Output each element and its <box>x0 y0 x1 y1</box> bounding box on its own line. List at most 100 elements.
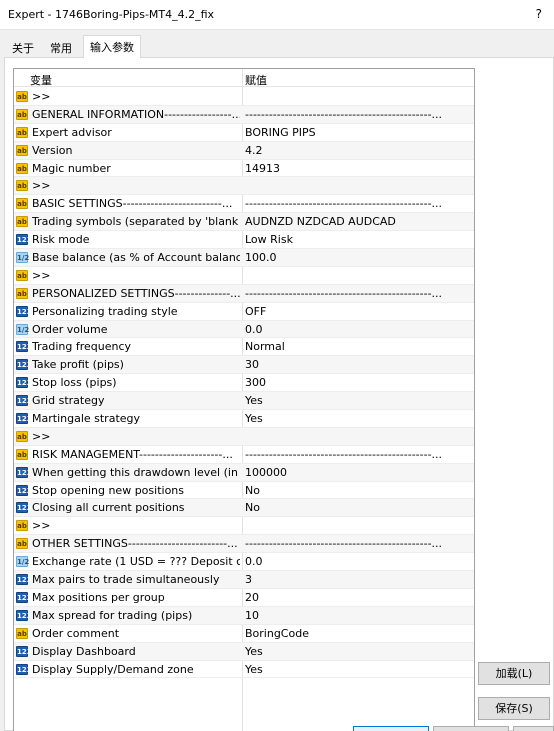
parameter-row[interactable]: 123 Max spread for trading (pips) 10 <box>14 606 474 625</box>
parameter-row[interactable]: 123 Stop opening new positions No <box>14 482 474 500</box>
title-bar: Expert - 1746Boring-Pips-MT4_4.2_fix ? <box>0 0 554 30</box>
parameter-value[interactable]: 300 <box>245 374 473 391</box>
parameter-row[interactable]: 123 Stop loss (pips) 300 <box>14 374 474 393</box>
parameter-name: >> <box>32 90 51 103</box>
parameter-name: GENERAL INFORMATION-----------------... <box>32 107 240 121</box>
parameter-row[interactable]: 123 Max positions per group 20 <box>14 589 474 607</box>
parameter-row[interactable]: ab Expert advisor BORING PIPS <box>14 124 474 142</box>
parameter-value[interactable]: 20 <box>245 589 473 606</box>
parameter-name: Display Dashboard <box>32 644 136 658</box>
integer-type-icon: 123 <box>16 377 32 389</box>
parameter-row[interactable]: 123 Take profit (pips) 30 <box>14 356 474 375</box>
window-title: Expert - 1746Boring-Pips-MT4_4.2_fix <box>8 8 215 21</box>
parameter-name: Stop opening new positions <box>32 483 184 497</box>
parameter-value[interactable]: 14913 <box>245 160 473 177</box>
help-button[interactable]: ? <box>536 7 542 21</box>
parameter-value[interactable]: Yes <box>245 392 473 409</box>
parameter-row[interactable]: ab GENERAL INFORMATION-----------------..… <box>14 105 474 124</box>
integer-type-icon: 123 <box>16 484 32 496</box>
parameter-value[interactable]: ----------------------------------------… <box>245 446 473 463</box>
column-header-value[interactable]: 赋值 <box>245 72 267 88</box>
parameter-row[interactable]: ab Version 4.2 <box>14 141 474 160</box>
parameter-row[interactable]: ab PERSONALIZED SETTINGS--------------...… <box>14 284 474 303</box>
string-type-icon: ab <box>16 448 28 460</box>
parameter-name: Order comment <box>32 626 120 640</box>
parameter-row[interactable]: 123 Closing all current positions No <box>14 499 474 518</box>
parameter-row[interactable]: 123 Max pairs to trade simultaneously 3 <box>14 571 474 589</box>
parameter-row[interactable]: ab >> <box>14 427 474 446</box>
parameter-row[interactable]: ab >> <box>14 517 474 536</box>
parameter-name: >> <box>32 268 51 282</box>
tab-common[interactable]: 常用 <box>44 37 78 57</box>
parameter-value[interactable]: 100000 <box>245 464 473 481</box>
parameter-value[interactable]: 30 <box>245 356 473 373</box>
parameter-row[interactable]: ab OTHER SETTINGS------------------------… <box>14 535 474 554</box>
string-type-icon: ab <box>16 627 28 639</box>
parameter-row[interactable]: 123 Display Dashboard Yes <box>14 642 474 661</box>
parameter-value[interactable]: 10 <box>245 607 473 624</box>
parameter-row[interactable]: ab Trading symbols (separated by 'blank s… <box>14 213 474 232</box>
reset-button[interactable] <box>513 726 554 731</box>
integer-type-icon: 123 <box>16 591 32 603</box>
parameter-name: Trading symbols (separated by 'blank s..… <box>32 215 240 229</box>
parameter-name: OTHER SETTINGS-------------------------.… <box>32 537 238 551</box>
parameter-value[interactable]: 0.0 <box>245 321 473 338</box>
parameter-row[interactable]: ab >> <box>14 177 474 196</box>
parameter-value[interactable]: 0.0 <box>245 553 473 570</box>
parameter-row[interactable]: ab Magic number 14913 <box>14 160 474 178</box>
parameter-row[interactable]: 123 Display Supply/Demand zone Yes <box>14 661 474 679</box>
parameter-row[interactable]: 123 When getting this drawdown level (in … <box>14 463 474 482</box>
parameters-grid[interactable]: 变量 赋值 ab >> ab GENERAL INFORMATION---------… <box>13 68 475 731</box>
parameter-value[interactable]: BoringCode <box>245 625 473 642</box>
parameter-value[interactable]: Normal <box>245 338 473 355</box>
parameter-row[interactable]: ab >> <box>14 88 474 106</box>
parameter-row[interactable]: 123 Grid strategy Yes <box>14 392 474 411</box>
parameter-row[interactable]: 1/2 Base balance (as % of Account balance… <box>14 249 474 267</box>
parameter-row[interactable]: ab Order comment BoringCode <box>14 625 474 643</box>
parameter-row[interactable]: 1/2 Order volume 0.0 <box>14 320 474 339</box>
parameter-row[interactable]: 123 Risk mode Low Risk <box>14 231 474 250</box>
column-header-variable[interactable]: 变量 <box>30 72 52 88</box>
parameter-name: BASIC SETTINGS-------------------------.… <box>32 197 233 211</box>
parameter-row[interactable]: ab BASIC SETTINGS------------------------… <box>14 195 474 214</box>
parameter-value[interactable]: No <box>245 482 473 499</box>
grid-rows: ab >> ab GENERAL INFORMATION---------------… <box>14 88 474 679</box>
save-button[interactable]: 保存(S) <box>478 697 550 720</box>
parameter-name: Display Supply/Demand zone <box>32 662 194 676</box>
parameter-value[interactable]: ----------------------------------------… <box>245 195 473 212</box>
tab-inputs[interactable]: 输入参数 <box>83 35 141 58</box>
parameter-value[interactable]: Low Risk <box>245 231 473 248</box>
integer-type-icon: 123 <box>16 359 32 371</box>
parameter-value[interactable]: AUDNZD NZDCAD AUDCAD <box>245 213 473 230</box>
parameter-row[interactable]: ab >> <box>14 267 474 285</box>
parameter-value[interactable]: BORING PIPS <box>245 124 473 141</box>
parameter-value[interactable]: 3 <box>245 571 473 588</box>
grid-header: 变量 赋值 <box>14 69 474 87</box>
parameter-name: When getting this drawdown level (in D..… <box>32 465 240 479</box>
parameter-value[interactable]: Yes <box>245 643 473 660</box>
tab-about[interactable]: 关于 <box>6 37 40 57</box>
integer-type-icon: 123 <box>16 645 32 657</box>
string-type-icon: ab <box>16 126 28 138</box>
string-type-icon: ab <box>16 180 28 192</box>
parameter-value[interactable]: No <box>245 499 473 516</box>
parameter-row[interactable]: 123 Martingale strategy Yes <box>14 410 474 428</box>
parameter-row[interactable]: 123 Trading frequency Normal <box>14 338 474 357</box>
parameter-value[interactable]: ----------------------------------------… <box>245 106 473 123</box>
cancel-button[interactable] <box>433 726 509 731</box>
load-button[interactable]: 加载(L) <box>478 662 550 685</box>
parameter-row[interactable]: 1/2Exchange rate (1 USD = ??? Deposit cu… <box>14 553 474 572</box>
integer-type-icon: 123 <box>16 341 32 353</box>
parameter-value[interactable]: OFF <box>245 303 473 320</box>
parameter-row[interactable]: ab RISK MANAGEMENT---------------------..… <box>14 446 474 464</box>
parameter-value[interactable]: 100.0 <box>245 249 473 266</box>
parameter-row[interactable]: 123 Personalizing trading style OFF <box>14 303 474 321</box>
parameter-value[interactable]: ----------------------------------------… <box>245 535 473 552</box>
parameter-value[interactable]: Yes <box>245 410 473 427</box>
ok-button[interactable] <box>353 726 429 731</box>
parameter-name: Exchange rate (1 USD = ??? Deposit cur..… <box>32 555 240 569</box>
parameter-value[interactable]: 4.2 <box>245 142 473 159</box>
parameter-value[interactable]: Yes <box>245 661 473 678</box>
parameter-value[interactable]: ----------------------------------------… <box>245 285 473 302</box>
parameter-name: Trading frequency <box>32 340 132 354</box>
